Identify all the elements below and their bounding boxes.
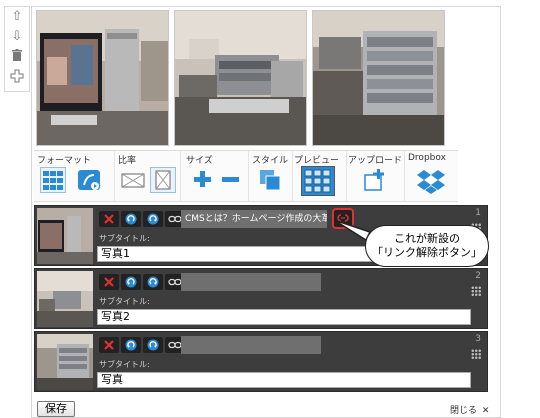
delete-icon[interactable] (99, 274, 119, 290)
subtitle-input[interactable]: 写真 (97, 372, 471, 388)
style-label: スタイル (252, 156, 289, 166)
subtitle-label: サブタイトル: (99, 234, 150, 243)
callout-line-2: 「リンク解除ボタン」 (372, 246, 482, 259)
format-label: フォーマット (37, 156, 92, 166)
preview-group: プレビュー (292, 151, 347, 201)
subtitle-label: サブタイトル: (99, 297, 150, 306)
ratio-group: 比率 (114, 151, 181, 201)
gallery-thumbnail-2[interactable] (174, 10, 307, 146)
unlink-callout: これが新設の 「リンク解除ボタン」 (365, 225, 489, 267)
close-link[interactable]: 閉じる ✕ (450, 403, 489, 416)
delete-icon[interactable] (99, 337, 119, 353)
item-thumbnail (37, 334, 93, 390)
format-group: フォーマット (34, 151, 115, 201)
grid-format-button[interactable] (40, 167, 66, 193)
dropbox-group: Dropbox (404, 151, 458, 201)
close-icon: ✕ (481, 406, 490, 416)
gallery-thumbnail-3[interactable] (312, 10, 445, 146)
style-button[interactable] (257, 167, 283, 193)
drag-handle-icon[interactable] (471, 349, 481, 359)
preview-button[interactable] (301, 166, 335, 196)
gallery-thumbnail-1[interactable] (36, 10, 169, 146)
slideshow-format-button[interactable] (76, 167, 102, 193)
size-increase-button[interactable] (190, 167, 216, 193)
item-thumbnail (37, 208, 93, 264)
item-index: 2 (475, 271, 481, 281)
style-group: スタイル (248, 151, 293, 201)
rotate-left-icon[interactable] (121, 211, 141, 227)
subtitle-label: サブタイトル: (99, 360, 150, 369)
size-decrease-button[interactable] (218, 167, 244, 193)
item-index: 3 (475, 334, 481, 344)
dropbox-label: Dropbox (408, 153, 446, 163)
callout-line-1: これが新設の (394, 232, 460, 245)
dropbox-button[interactable] (416, 167, 446, 195)
item-title-field[interactable] (181, 336, 321, 354)
upload-group: アップロード (346, 151, 405, 201)
item-thumbnail (37, 271, 93, 327)
add-icon[interactable] (9, 69, 25, 85)
rotate-left-icon[interactable] (121, 337, 141, 353)
square-ratio-button[interactable] (150, 167, 176, 193)
trash-icon[interactable] (9, 49, 25, 65)
wide-ratio-button[interactable] (120, 167, 146, 193)
arrow-down-icon[interactable]: ⇩ (9, 29, 25, 45)
gallery-toolbar: フォーマット 比率 サイズ スタイル プレビュー アップロード Dropbox (34, 150, 458, 202)
rotate-right-icon[interactable] (143, 274, 163, 290)
rotate-left-icon[interactable] (121, 274, 141, 290)
upload-label: アップロード (348, 156, 403, 166)
reorder-toolbar: ⇧ ⇩ (4, 6, 30, 92)
save-button[interactable]: 保存 (37, 401, 75, 417)
preview-label: プレビュー (294, 156, 340, 166)
delete-icon[interactable] (99, 211, 119, 227)
subtitle-input[interactable]: 写真2 (97, 309, 471, 325)
size-label: サイズ (186, 156, 213, 166)
arrow-up-icon[interactable]: ⇧ (9, 9, 25, 25)
item-title-field[interactable] (181, 273, 321, 291)
size-group: サイズ (180, 151, 249, 201)
item-index: 1 (475, 208, 481, 218)
upload-button[interactable] (362, 167, 388, 193)
item-title-field[interactable]: CMSとは？ホームページ作成の大革命！ (181, 210, 327, 228)
gallery-item-row: 3 サブタイトル: 写真 (34, 331, 488, 392)
rotate-right-icon[interactable] (143, 337, 163, 353)
close-label: 閉じる (450, 406, 478, 416)
gallery-item-row: 2 サブタイトル: 写真2 (34, 268, 488, 329)
ratio-label: 比率 (118, 156, 137, 166)
rotate-right-icon[interactable] (143, 211, 163, 227)
drag-handle-icon[interactable] (471, 286, 481, 296)
